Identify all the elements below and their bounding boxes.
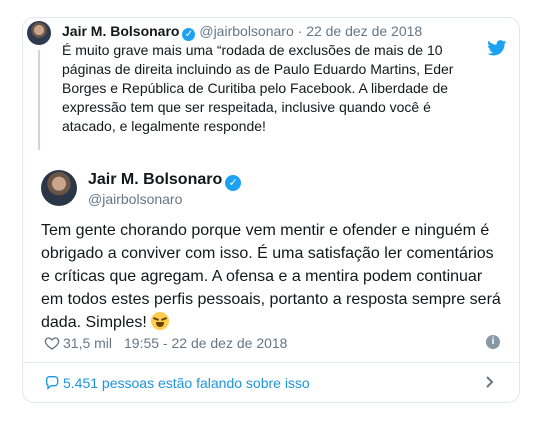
main-author-name-row[interactable]: Jair M. Bolsonaro ✓ [88, 170, 242, 191]
footer-divider [23, 362, 519, 363]
main-avatar[interactable] [41, 170, 77, 206]
twitter-bird-icon[interactable] [487, 40, 507, 56]
verified-badge-icon: ✓ [182, 28, 196, 41]
parent-separator: · [297, 23, 303, 39]
chevron-right-icon[interactable] [486, 376, 494, 388]
verified-badge-icon: ✓ [225, 175, 242, 191]
parent-avatar[interactable] [27, 21, 51, 45]
heart-icon[interactable] [44, 335, 60, 351]
tweet-timestamp[interactable]: 19:55 - 22 de dez de 2018 [124, 334, 287, 352]
parent-date-link[interactable]: 22 de dez de 2018 [306, 23, 422, 39]
parent-author-name[interactable]: Jair M. Bolsonaro [62, 23, 179, 39]
main-author-handle[interactable]: @jairbolsonaro [88, 190, 182, 208]
main-author-name[interactable]: Jair M. Bolsonaro [88, 171, 222, 188]
main-tweet-body: Tem gente chorando porque vem mentir e o… [41, 222, 501, 331]
parent-header: Jair M. Bolsonaro ✓ @jairbolsonaro · 22 d… [62, 22, 422, 41]
talking-about-label[interactable]: 5.451 pessoas estão falando sobre isso [63, 374, 310, 392]
info-icon[interactable]: i [486, 335, 500, 349]
laughing-emoji-icon [151, 312, 170, 330]
parent-author-handle[interactable]: @jairbolsonaro [199, 23, 293, 39]
comment-bubble-icon [46, 376, 59, 390]
thread-connector-line [38, 50, 40, 150]
parent-tweet-text: É muito grave mais uma “rodada de exclus… [62, 42, 454, 134]
main-tweet-text: Tem gente chorando porque vem mentir e o… [41, 219, 501, 334]
like-count[interactable]: 31,5 mil [63, 334, 112, 352]
